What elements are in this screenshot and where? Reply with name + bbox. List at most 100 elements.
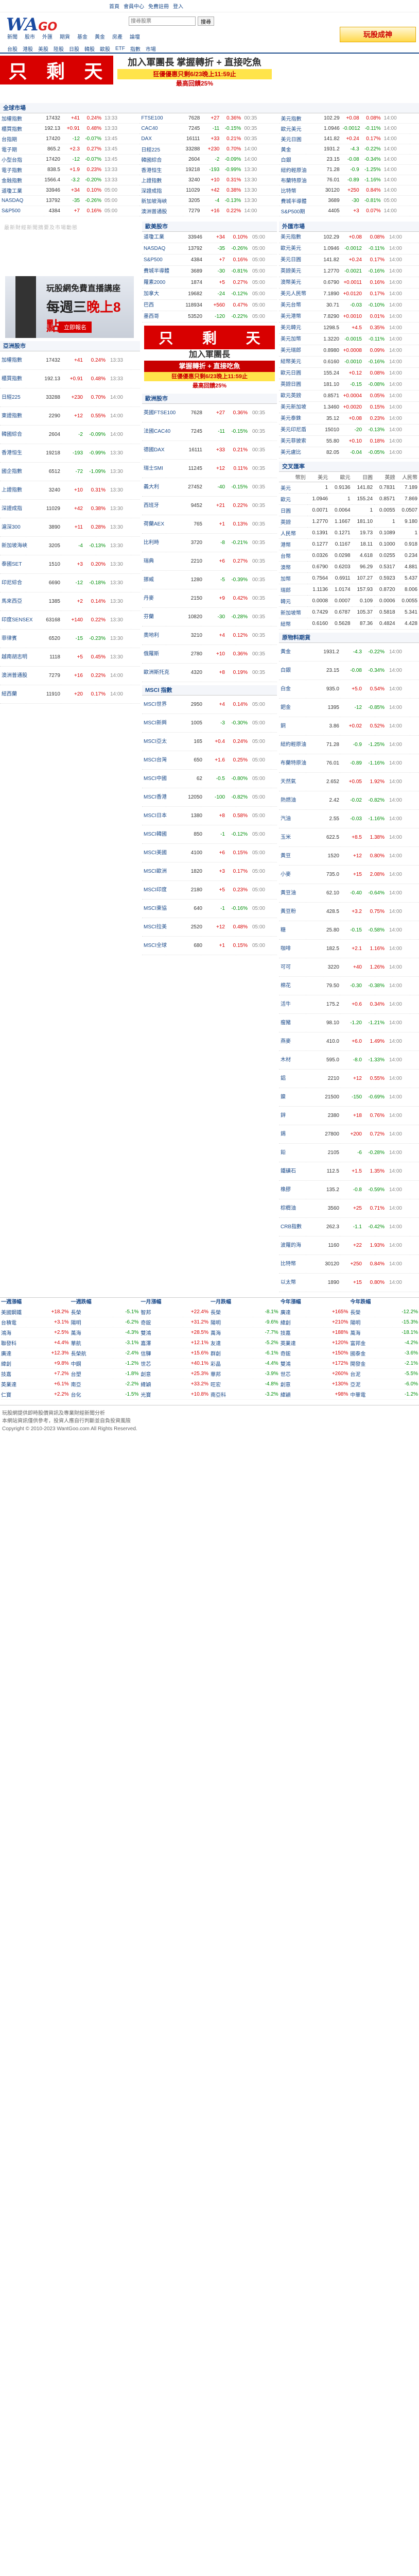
quote-name[interactable]: 白金 (281, 686, 316, 692)
ranking-stock-name[interactable]: 南亞科 (211, 1391, 226, 1398)
ranking-stock-name[interactable]: 信驊 (141, 1349, 151, 1357)
quote-name[interactable]: FTSE100 (141, 115, 173, 121)
ranking-stock-name[interactable]: 技嘉 (1, 1370, 11, 1378)
market-row[interactable]: 糖 25.80 -0.15 -0.58% 14:00 (279, 921, 419, 940)
quote-name[interactable]: S&P500期 (281, 207, 313, 215)
quote-name[interactable]: 深證成指 (141, 187, 173, 194)
market-row[interactable]: 丹麥 2150 +9 0.42% 00:35 (142, 589, 277, 608)
ranking-row[interactable]: 英業達 +6.1% (1, 1379, 69, 1389)
nav-item-stocks[interactable]: 股市 (25, 32, 35, 40)
cross-currency-name[interactable]: 歐元 (279, 493, 307, 505)
market-row[interactable]: S&P500期 4405 +3 0.07% 14:00 (279, 206, 419, 216)
ranking-stock-name[interactable]: 萬海 (71, 1329, 81, 1336)
quote-name[interactable]: 美元人民幣 (281, 291, 316, 297)
ranking-stock-name[interactable]: 台化 (71, 1391, 81, 1398)
ranking-row[interactable]: 萬海 -18.1% (350, 1328, 418, 1338)
ranking-stock-name[interactable]: 美國鋼鐵 (1, 1308, 22, 1316)
quote-name[interactable]: MSCI歐洲 (144, 869, 179, 874)
market-row[interactable]: 新加坡海峽 3205 -4 -0.13% 13:30 (0, 537, 140, 555)
quote-name[interactable]: 波羅的海 (281, 1243, 316, 1248)
ranking-stock-name[interactable]: 台積電 (1, 1318, 16, 1326)
market-row[interactable]: 以太幣 1890 +15 0.80% 14:00 (279, 1274, 419, 1292)
market-row[interactable]: 美元指數 102.29 +0.08 0.08% 14:00 (279, 232, 419, 243)
ranking-stock-name[interactable]: 緯穎 (141, 1380, 151, 1388)
quote-name[interactable]: 新加坡海峽 (2, 543, 37, 549)
market-row[interactable]: 英鎊日圓 181.10 -0.15 -0.08% 14:00 (279, 379, 419, 391)
market-row[interactable]: 可可 3220 +40 1.26% 14:00 (279, 958, 419, 977)
market-row[interactable]: FTSE100 7628 +27 0.36% 00:35 (139, 113, 280, 124)
quote-name[interactable]: 加權指數 (2, 114, 33, 122)
market-row[interactable]: 美元盧比 82.05 -0.04 -0.05% 14:00 (279, 447, 419, 459)
quote-name[interactable]: 瘦豬 (281, 1020, 316, 1026)
ranking-stock-name[interactable]: 萬海 (211, 1329, 221, 1336)
quote-name[interactable]: 歐元美元 (281, 125, 313, 132)
quote-name[interactable]: 美元港幣 (281, 314, 316, 319)
quote-name[interactable]: 錫 (281, 1131, 316, 1137)
subnav-item-hk[interactable]: 港股 (23, 45, 33, 53)
quote-name[interactable]: 美元日圓 (281, 257, 316, 263)
quote-name[interactable]: 泰國SET (2, 562, 37, 567)
quote-name[interactable]: 布蘭特原油 (281, 176, 313, 184)
quote-name[interactable]: 黃豆粉 (281, 909, 316, 914)
market-row[interactable]: MSCI台灣 650 +1.6 0.25% 05:00 (142, 751, 277, 770)
market-row[interactable]: 小麥 735.0 +15 2.08% 14:00 (279, 866, 419, 884)
market-row[interactable]: 義大利 27452 -40 -0.15% 00:35 (142, 478, 277, 497)
market-row[interactable]: NASDAQ 13792 -35 -0.26% 05:00 (0, 196, 140, 206)
market-row[interactable]: 天然氣 2.652 +0.05 1.92% 14:00 (279, 773, 419, 791)
promo-badge[interactable]: 玩股成神 (340, 27, 416, 42)
ranking-row[interactable]: 群創 -6.1% (211, 1348, 278, 1359)
market-row[interactable]: MSCI香港 12050 -100 -0.82% 05:00 (142, 788, 277, 807)
ranking-row[interactable]: 鴻海 +2.5% (1, 1328, 69, 1338)
market-row[interactable]: 美元新加坡 1.3460 +0.0020 0.15% 14:00 (279, 402, 419, 413)
market-row[interactable]: 白金 935.0 +5.0 0.54% 14:00 (279, 680, 419, 699)
ranking-row[interactable]: 奇鋐 +150% (280, 1348, 348, 1359)
cross-currency-name[interactable]: 台幣 (279, 550, 307, 562)
quote-name[interactable]: MSCI東協 (144, 906, 179, 911)
ranking-stock-name[interactable]: 智邦 (141, 1308, 151, 1316)
quote-name[interactable]: 木材 (281, 1057, 316, 1063)
subnav-item-kr[interactable]: 韓股 (84, 45, 95, 53)
quote-name[interactable]: 棕櫚油 (281, 1206, 316, 1211)
ranking-stock-name[interactable]: 嘉澤 (141, 1339, 151, 1347)
market-row[interactable]: 電子期 865.2 +2.3 0.27% 13:45 (0, 144, 140, 155)
quote-name[interactable]: 德國DAX (144, 447, 179, 453)
market-row[interactable]: 歐元美元 1.0946 -0.0012 -0.11% 14:00 (279, 124, 419, 134)
quote-name[interactable]: MSCI全球 (144, 943, 179, 948)
market-row[interactable]: 加拿大 19682 -24 -0.12% 05:00 (142, 289, 277, 300)
market-row[interactable]: 鐵礦石 112.5 +1.5 1.35% 14:00 (279, 1162, 419, 1181)
quote-name[interactable]: MSCI亞太 (144, 739, 179, 744)
center-promo-ad[interactable]: 只 剩 天 加入軍團長 掌握轉折 + 直接吃魚 狂優優惠只剩6/23晚上11:5… (144, 326, 275, 391)
quote-name[interactable]: 韓國綜合 (2, 432, 37, 437)
market-row[interactable]: 印尼綜合 6690 -12 -0.18% 13:30 (0, 574, 140, 592)
market-row[interactable]: 俄羅斯 2780 +10 0.36% 00:35 (142, 645, 277, 664)
ranking-stock-name[interactable]: 南亞 (71, 1380, 81, 1388)
ranking-row[interactable]: 廣達 +12.3% (1, 1348, 69, 1359)
ranking-stock-name[interactable]: 國泰金 (350, 1349, 365, 1357)
market-row[interactable]: 金融指數 1566.4 -3.2 -0.20% 13:33 (0, 175, 140, 185)
quote-name[interactable]: 比特幣 (281, 187, 313, 194)
quote-name[interactable]: 美元泰銖 (281, 416, 316, 421)
quote-name[interactable]: 挪威 (144, 577, 179, 583)
nav-item-forum[interactable]: 論壇 (130, 32, 140, 40)
quote-name[interactable]: 日經225 (2, 395, 37, 400)
ranking-row[interactable]: 雙鴻 +172% (280, 1359, 348, 1369)
quote-name[interactable]: 白銀 (281, 156, 313, 163)
quote-name[interactable]: 奧地利 (144, 633, 179, 638)
market-row[interactable]: 英鎊美元 1.2770 -0.0021 -0.16% 14:00 (279, 266, 419, 277)
quote-name[interactable]: 深證成指 (2, 506, 37, 512)
ranking-stock-name[interactable]: 英業達 (281, 1339, 296, 1347)
ranking-row[interactable]: 南亞 -2.2% (71, 1379, 139, 1389)
quote-name[interactable]: 香港恒生 (2, 450, 37, 456)
ranking-stock-name[interactable]: 仁寶 (1, 1391, 11, 1398)
market-row[interactable]: 上證指數 3240 +10 0.31% 13:30 (139, 175, 280, 185)
market-row[interactable]: 黃金 1931.2 -4.3 -0.22% 14:00 (279, 144, 419, 155)
nav-item-futures[interactable]: 期貨 (60, 32, 70, 40)
ranking-stock-name[interactable]: 中華電 (350, 1391, 365, 1398)
ranking-row[interactable]: 智邦 +22.4% (141, 1307, 209, 1317)
market-row[interactable]: 銅 3.86 +0.02 0.52% 14:00 (279, 717, 419, 736)
market-row[interactable]: 汽油 2.55 -0.03 -1.16% 14:00 (279, 810, 419, 828)
ranking-row[interactable]: 萬海 -7.7% (211, 1328, 278, 1338)
quote-name[interactable]: 歐元美元 (281, 246, 316, 251)
market-row[interactable]: CAC40 7245 -11 -0.15% 00:35 (139, 124, 280, 134)
quote-name[interactable]: 橡膠 (281, 1187, 316, 1193)
